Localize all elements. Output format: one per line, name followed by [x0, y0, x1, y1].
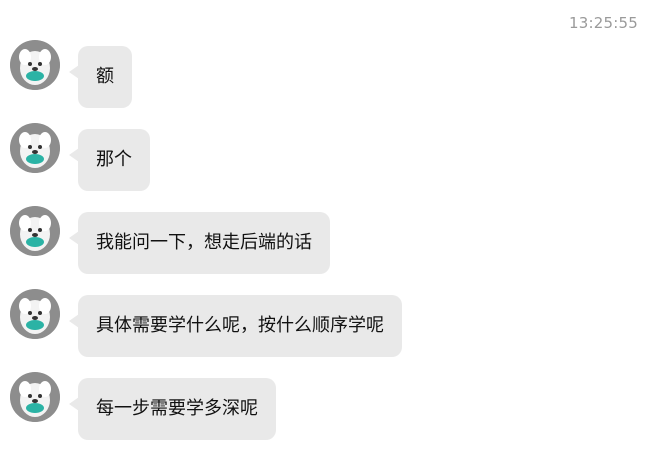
- chat-window: 13:25:55 额 那个 我能问一下，想走后端的话 具体需要学什么呢，按什么顺…: [0, 0, 672, 462]
- message-bubble[interactable]: 每一步需要学多深呢: [69, 378, 276, 440]
- avatar-samoyed-icon[interactable]: [10, 40, 60, 90]
- message-timestamp: 13:25:55: [569, 14, 638, 32]
- avatar-samoyed-icon[interactable]: [10, 372, 60, 422]
- message-row: 具体需要学什么呢，按什么顺序学呢: [10, 289, 650, 357]
- message-text: 具体需要学什么呢，按什么顺序学呢: [96, 315, 384, 336]
- message-text: 额: [96, 66, 114, 87]
- message-row: 我能问一下，想走后端的话: [10, 206, 650, 274]
- message-text: 那个: [96, 149, 132, 170]
- message-row: 每一步需要学多深呢: [10, 372, 650, 440]
- avatar-samoyed-icon[interactable]: [10, 123, 60, 173]
- message-text: 我能问一下，想走后端的话: [96, 232, 312, 253]
- avatar-samoyed-icon[interactable]: [10, 289, 60, 339]
- message-bubble[interactable]: 那个: [69, 129, 150, 191]
- message-bubble[interactable]: 我能问一下，想走后端的话: [69, 212, 330, 274]
- message-text: 每一步需要学多深呢: [96, 398, 258, 419]
- message-bubble[interactable]: 具体需要学什么呢，按什么顺序学呢: [69, 295, 402, 357]
- avatar-samoyed-icon[interactable]: [10, 206, 60, 256]
- message-row: 那个: [10, 123, 650, 191]
- message-bubble[interactable]: 额: [69, 46, 132, 108]
- message-row: 额: [10, 40, 650, 108]
